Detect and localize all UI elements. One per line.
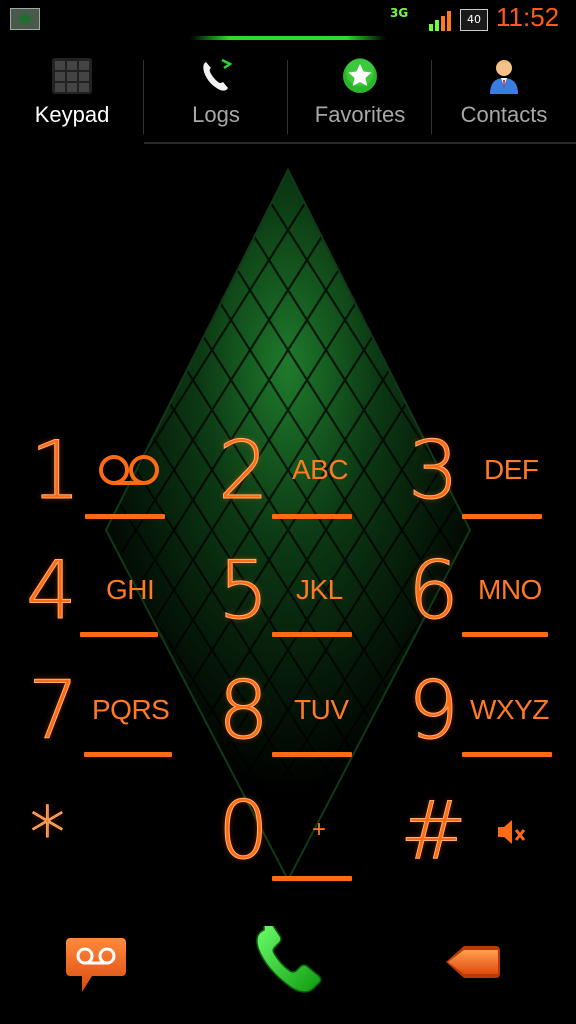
key-digit: 6 [408,544,460,638]
key-letters: GHI [106,574,155,605]
notification-image-icon [10,8,40,30]
backspace-arrow-icon [446,946,500,978]
network-type: 3G [390,6,409,20]
key-digit: 9 [408,664,460,758]
key-5[interactable]: 5 JKL [218,544,408,664]
key-digit: 4 [26,544,78,638]
call-button[interactable] [250,921,328,998]
key-underline [272,752,352,757]
tab-logs[interactable]: Logs [144,44,288,144]
key-digit: 5 [218,544,270,638]
key-underline [272,632,352,637]
tab-logs-label: Logs [192,102,240,127]
key-digit: 7 [28,664,80,758]
key-4[interactable]: 4 GHI [26,544,216,664]
signal-strength-icon [429,11,451,31]
clock: 11:52 [496,2,560,32]
tab-contacts[interactable]: Contacts [432,44,576,144]
key-digit: 2 [218,424,270,518]
key-letters: PQRS [92,694,170,725]
keypad-icon [52,58,92,94]
key-letters: JKL [296,574,343,605]
status-bar: 3G 40 11:52 [0,0,576,40]
key-letters: MNO [478,574,542,605]
key-1[interactable]: 1 [30,424,220,544]
bottom-action-bar [0,920,576,1024]
tab-favorites[interactable]: Favorites [288,44,432,144]
key-digit: * [30,792,66,875]
tab-favorites-label: Favorites [314,102,406,127]
delete-button[interactable] [444,944,502,984]
key-digit: 3 [408,424,460,518]
key-underline [272,514,352,519]
key-underline [80,632,158,637]
key-9[interactable]: 9 WXYZ [408,664,576,784]
key-underline [85,514,165,519]
dialer-tabs: Keypad Logs Favorites Contacts [0,44,576,144]
voicemail-icon [99,455,159,485]
tab-keypad[interactable]: Keypad [0,44,144,144]
tab-contacts-label: Contacts [460,102,548,127]
key-letters: + [312,816,326,843]
key-hash[interactable]: # [399,784,576,904]
key-underline [462,752,552,757]
key-star[interactable]: * [30,784,220,904]
person-icon [490,60,518,94]
status-glow [190,36,386,40]
key-underline [84,752,172,757]
key-digit: 0 [218,784,270,878]
key-digit: 8 [218,664,270,758]
key-0[interactable]: 0 + [218,784,408,904]
voicemail-button[interactable] [66,934,126,996]
dialer-screen: 3G 40 11:52 Keypad Logs Favorites Contac… [0,0,576,1024]
key-3[interactable]: 3 DEF [408,424,576,544]
key-2[interactable]: 2 ABC [218,424,408,544]
voicemail-icon [66,938,126,992]
key-digit: # [399,784,468,878]
key-7[interactable]: 7 PQRS [28,664,218,784]
key-digit: 1 [30,424,82,518]
star-icon [343,58,377,93]
battery-icon: 40 [460,9,488,31]
key-6[interactable]: 6 MNO [408,544,576,664]
tab-keypad-label: Keypad [34,102,110,127]
mute-icon [498,820,526,844]
key-underline [462,632,548,637]
key-letters: TUV [294,694,349,725]
key-8[interactable]: 8 TUV [218,664,408,784]
key-letters: ABC [292,454,349,485]
key-underline [462,514,542,519]
phone-logs-icon [203,58,233,91]
key-underline [272,876,352,881]
key-letters: DEF [484,454,539,485]
phone-icon [256,921,322,993]
key-letters: WXYZ [470,694,549,725]
